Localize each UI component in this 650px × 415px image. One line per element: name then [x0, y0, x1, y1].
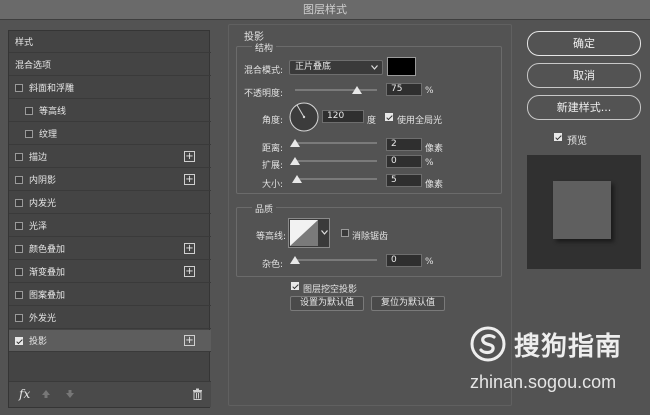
- add-effect-icon[interactable]: +: [184, 151, 195, 162]
- style-item-label: 斜面和浮雕: [29, 84, 75, 94]
- ok-button[interactable]: 确定: [527, 31, 641, 56]
- style-item-label: 混合选项: [15, 61, 52, 71]
- arrow-up-icon[interactable]: [41, 389, 51, 399]
- style-item-checkbox[interactable]: [15, 290, 23, 299]
- style-item-label: 样式: [15, 38, 34, 48]
- preview-swatch: [553, 181, 611, 239]
- window-title: 图层样式: [0, 0, 650, 20]
- style-item-label: 图案叠加: [29, 291, 66, 301]
- style-item[interactable]: 等高线: [9, 100, 211, 122]
- style-item-label: 渐变叠加: [29, 268, 66, 278]
- style-item-checkbox[interactable]: [25, 129, 33, 138]
- style-item-label: 等高线: [39, 107, 67, 117]
- style-item[interactable]: 渐变叠加 +: [9, 261, 211, 283]
- style-item[interactable]: 外发光: [9, 307, 211, 329]
- style-item-checkbox[interactable]: [15, 221, 23, 230]
- style-item[interactable]: 混合选项: [9, 54, 211, 76]
- style-item[interactable]: 内阴影 +: [9, 169, 211, 191]
- cancel-button[interactable]: 取消: [527, 63, 641, 88]
- fx-button[interactable]: fx: [19, 387, 30, 401]
- style-item-label: 内阴影: [29, 176, 57, 186]
- preview-label: 预览: [567, 136, 587, 147]
- style-list: 样式混合选项斜面和浮雕等高线纹理描边 + 内阴影 + 内发光光泽颜色叠加 + 渐变叠加 + 图案…: [8, 30, 211, 408]
- style-item-label: 内发光: [29, 199, 57, 209]
- style-item-checkbox[interactable]: [15, 336, 23, 345]
- style-item-label: 外发光: [29, 314, 57, 324]
- style-item-checkbox[interactable]: [15, 244, 23, 253]
- watermark-url: zhinan.sogou.com: [470, 372, 617, 392]
- style-item[interactable]: 斜面和浮雕: [9, 77, 211, 99]
- style-item-label: 投影: [29, 337, 48, 347]
- style-list-footer: fx: [9, 381, 211, 407]
- style-preview: [527, 155, 641, 269]
- style-item[interactable]: 内发光: [9, 192, 211, 214]
- style-item[interactable]: 图案叠加: [9, 284, 211, 306]
- arrow-down-icon[interactable]: [65, 389, 75, 399]
- style-item-checkbox[interactable]: [15, 313, 23, 322]
- add-effect-icon[interactable]: +: [184, 335, 195, 346]
- trash-icon[interactable]: [192, 388, 203, 400]
- add-effect-icon[interactable]: +: [184, 243, 195, 254]
- style-item-checkbox[interactable]: [15, 267, 23, 276]
- style-item-checkbox[interactable]: [25, 106, 33, 115]
- add-effect-icon[interactable]: +: [184, 174, 195, 185]
- style-item-label: 纹理: [39, 130, 58, 140]
- preview-checkbox[interactable]: [554, 133, 562, 141]
- style-item-label: 颜色叠加: [29, 245, 66, 255]
- style-item-label: 光泽: [29, 222, 48, 232]
- new-style-button[interactable]: 新建样式...: [527, 95, 641, 120]
- style-item[interactable]: 投影 +: [9, 330, 211, 352]
- style-item-checkbox[interactable]: [15, 198, 23, 207]
- style-item-checkbox[interactable]: [15, 175, 23, 184]
- add-effect-icon[interactable]: +: [184, 266, 195, 277]
- style-item-label: 描边: [29, 153, 48, 163]
- style-item-checkbox[interactable]: [15, 152, 23, 161]
- style-item[interactable]: 描边 +: [9, 146, 211, 168]
- style-item[interactable]: 样式: [9, 31, 211, 53]
- style-item-checkbox[interactable]: [15, 83, 23, 92]
- style-item[interactable]: 光泽: [9, 215, 211, 237]
- sogou-logo-icon: [470, 326, 506, 362]
- style-item[interactable]: 纹理: [9, 123, 211, 145]
- style-item[interactable]: 颜色叠加 +: [9, 238, 211, 260]
- watermark-brand: 搜狗指南: [514, 332, 623, 362]
